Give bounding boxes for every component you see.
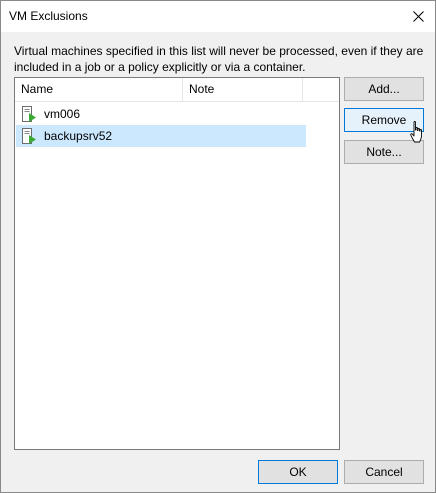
list-item-backupsrv52[interactable]: backupsrv52 <box>16 125 306 147</box>
hand-cursor-icon <box>410 121 422 143</box>
description-text: Virtual machines specified in this list … <box>14 44 424 74</box>
close-icon <box>412 10 424 22</box>
column-header-name[interactable]: Name <box>15 78 183 101</box>
ok-button[interactable]: OK <box>258 460 338 484</box>
list-item-name: backupsrv52 <box>44 129 113 143</box>
column-header-note[interactable]: Note <box>183 78 303 101</box>
vm-icon <box>22 128 36 144</box>
list-item-vm006[interactable]: vm006 <box>16 103 306 125</box>
dialog-title: VM Exclusions <box>9 9 88 23</box>
vm-exclusions-list[interactable]: Name Note vm006 backupsrv52 <box>14 77 340 450</box>
close-button[interactable] <box>407 6 429 26</box>
title-bar: VM Exclusions <box>1 1 435 32</box>
add-button[interactable]: Add... <box>344 77 424 101</box>
vm-exclusions-dialog: VM Exclusions Virtual machines specified… <box>0 0 436 493</box>
vm-icon <box>22 106 36 122</box>
note-button[interactable]: Note... <box>344 140 424 164</box>
list-header: Name Note <box>15 78 339 102</box>
cancel-button[interactable]: Cancel <box>344 460 424 484</box>
list-item-name: vm006 <box>44 107 81 121</box>
